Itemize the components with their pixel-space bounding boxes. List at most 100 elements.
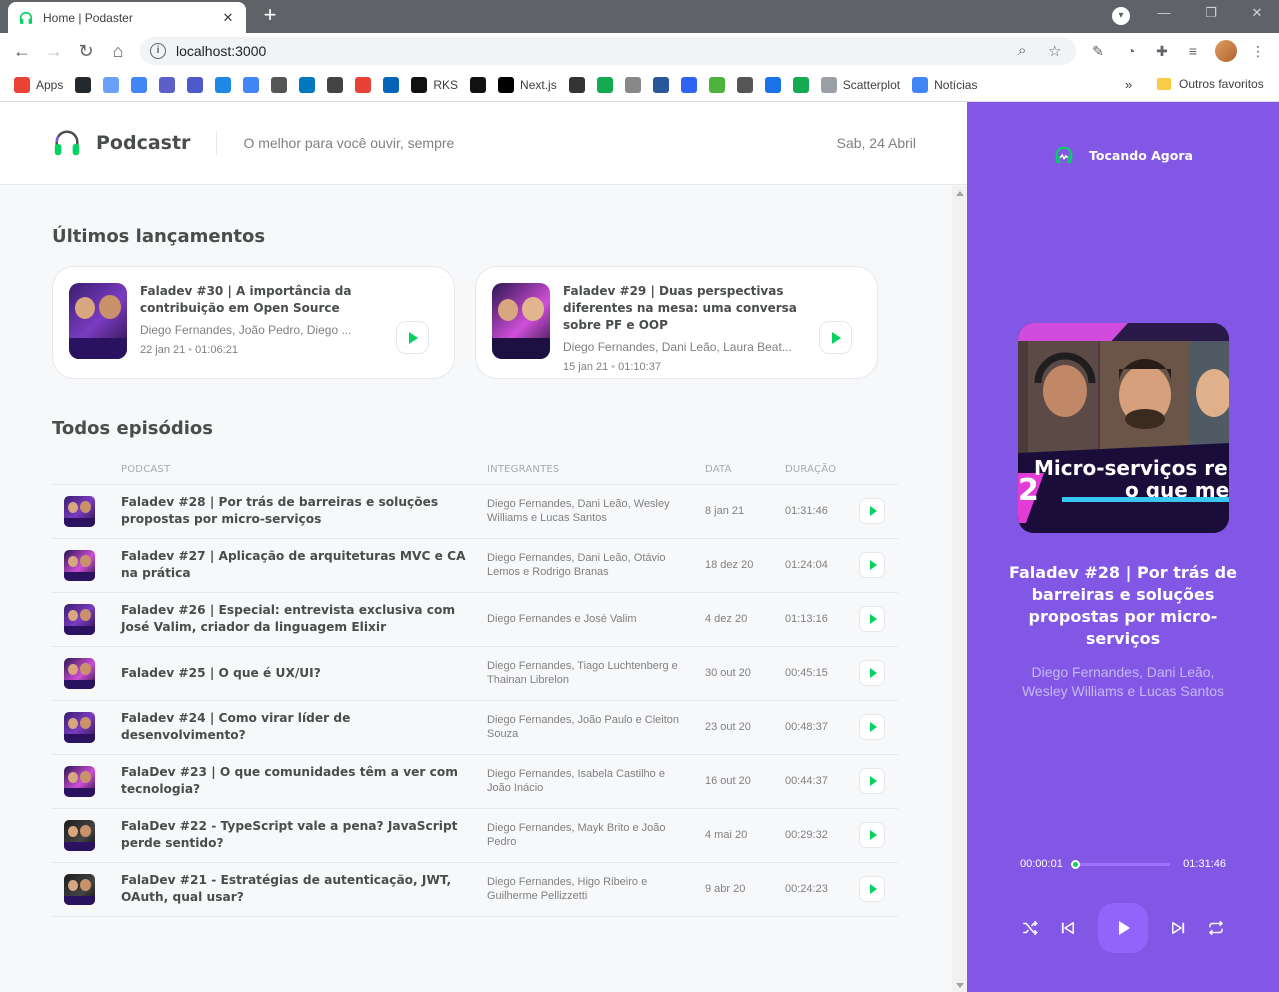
home-icon[interactable]: ⌂ — [105, 38, 131, 64]
extensions-icon[interactable]: ✚ — [1152, 41, 1172, 61]
player-controls — [967, 902, 1279, 954]
speed-gauge-icon[interactable]: ◔ — [1121, 41, 1141, 61]
bookmark-item[interactable] — [103, 77, 120, 93]
play-episode-button[interactable] — [819, 321, 852, 354]
play-button[interactable] — [1098, 903, 1148, 953]
episode-thumbnail[interactable] — [64, 603, 95, 635]
episode-thumbnail[interactable] — [64, 495, 95, 527]
play-episode-button[interactable] — [859, 876, 885, 902]
episode-thumbnail[interactable] — [64, 711, 95, 743]
bookmark-item[interactable] — [596, 77, 613, 93]
episode-thumbnail[interactable] — [64, 549, 95, 581]
previous-button[interactable] — [1058, 918, 1078, 938]
episode-card[interactable]: Faladev #30 | A importância da contribui… — [52, 266, 455, 379]
forward-arrow-icon[interactable]: → — [41, 38, 67, 64]
back-arrow-icon[interactable]: ← — [9, 38, 35, 64]
headphones-icon — [18, 10, 34, 26]
bookmark-item[interactable]: Notícias — [912, 77, 977, 93]
bookmark-item[interactable] — [708, 77, 725, 93]
bookmark-item[interactable] — [470, 77, 487, 93]
play-episode-button[interactable] — [859, 822, 885, 848]
bookmark-item[interactable] — [736, 77, 753, 93]
bookmark-item[interactable] — [271, 77, 288, 93]
bookmark-favicon-icon — [75, 77, 92, 93]
repeat-icon — [1208, 920, 1224, 936]
bookmark-item[interactable]: Next.js — [498, 77, 557, 93]
episode-thumbnail[interactable] — [69, 283, 127, 359]
other-bookmarks-folder[interactable]: Outros favoritos — [1157, 77, 1264, 91]
scroll-down-arrow-icon[interactable] — [956, 983, 964, 988]
bookmark-item[interactable]: RKS — [411, 77, 458, 93]
play-episode-button[interactable] — [859, 660, 885, 686]
bookmark-item[interactable] — [131, 77, 148, 93]
bookmark-item[interactable]: Scatterplot — [820, 77, 900, 93]
episode-title[interactable]: FalaDev #22 - TypeScript vale a pena? Ja… — [121, 818, 467, 852]
close-window-button[interactable]: ✕ — [1243, 4, 1271, 28]
scroll-up-arrow-icon[interactable] — [956, 191, 964, 196]
episode-title[interactable]: FalaDev #23 | O que comunidades têm a ve… — [121, 764, 467, 798]
bookmark-item[interactable] — [243, 77, 260, 93]
bookmark-item[interactable] — [764, 77, 781, 93]
bookmark-item[interactable] — [75, 77, 92, 93]
profile-avatar[interactable] — [1215, 40, 1237, 62]
episode-thumbnail[interactable] — [492, 283, 550, 359]
episode-title[interactable]: Faladev #30 | A importância da contribui… — [140, 283, 378, 317]
bookmark-item[interactable] — [355, 77, 372, 93]
reload-icon[interactable]: ↻ — [73, 38, 99, 64]
episode-title[interactable]: Faladev #27 | Aplicação de arquiteturas … — [121, 548, 467, 582]
episode-title[interactable]: Faladev #25 | O que é UX/UI? — [121, 665, 467, 682]
zoom-icon[interactable]: ⌕ — [1018, 42, 1026, 59]
bookmarks-overflow-button[interactable]: » — [1125, 77, 1132, 92]
play-episode-button[interactable] — [859, 768, 885, 794]
play-episode-button[interactable] — [859, 552, 885, 578]
bookmark-item[interactable] — [652, 77, 669, 93]
bookmark-item[interactable] — [299, 77, 316, 93]
header-duration: Duração — [785, 459, 859, 485]
shuffle-button[interactable] — [1020, 918, 1040, 938]
chevron-down-icon[interactable]: ▾ — [1112, 7, 1130, 25]
play-episode-button[interactable] — [859, 498, 885, 524]
episode-thumbnail[interactable] — [64, 765, 95, 797]
restore-button[interactable]: ❐ — [1197, 4, 1225, 28]
progress-knob[interactable] — [1071, 859, 1080, 869]
episode-title[interactable]: FalaDev #21 - Estratégias de autenticaçã… — [121, 872, 467, 906]
episode-card[interactable]: Faladev #29 | Duas perspectivas diferent… — [475, 266, 878, 379]
progress-slider[interactable] — [1071, 859, 1170, 869]
bookmark-item[interactable] — [327, 77, 344, 93]
episode-thumbnail[interactable] — [64, 657, 95, 689]
episode-title[interactable]: Faladev #26 | Especial: entrevista exclu… — [121, 602, 467, 636]
menu-kebab-icon[interactable]: ⋮ — [1248, 41, 1268, 61]
minimize-button[interactable]: — — [1150, 4, 1178, 28]
bookmark-item[interactable] — [187, 77, 204, 93]
new-tab-button[interactable]: + — [258, 4, 282, 28]
next-button[interactable] — [1168, 918, 1188, 938]
episode-title[interactable]: Faladev #29 | Duas perspectivas diferent… — [563, 283, 801, 334]
episode-title[interactable]: Faladev #28 | Por trás de barreiras e so… — [121, 494, 467, 528]
episode-title[interactable]: Faladev #24 | Como virar líder de desenv… — [121, 710, 467, 744]
close-tab-icon[interactable]: ✕ — [220, 10, 236, 26]
info-icon[interactable]: i — [150, 43, 166, 59]
media-queue-icon[interactable]: ≡ — [1183, 41, 1203, 61]
bookmark-item[interactable] — [624, 77, 641, 93]
repeat-button[interactable] — [1206, 918, 1226, 938]
address-bar[interactable]: i localhost:3000 ⌕ ☆ — [140, 37, 1076, 65]
play-episode-button[interactable] — [859, 606, 885, 632]
bookmark-item[interactable]: Apps — [14, 77, 63, 93]
bookmark-star-icon[interactable]: ☆ — [1048, 42, 1061, 60]
bookmark-item[interactable] — [159, 77, 176, 93]
bookmark-item[interactable] — [383, 77, 400, 93]
browser-tab[interactable]: Home | Podaster ✕ — [8, 2, 246, 33]
bookmark-item[interactable] — [568, 77, 585, 93]
episode-thumbnail[interactable] — [64, 873, 95, 905]
play-episode-button[interactable] — [859, 714, 885, 740]
eyedropper-icon[interactable]: ✎ — [1088, 41, 1108, 61]
scrollbar[interactable] — [952, 186, 967, 992]
episode-thumbnail[interactable] — [64, 819, 95, 851]
bookmark-item[interactable] — [215, 77, 232, 93]
bookmark-item[interactable] — [792, 77, 809, 93]
bookmark-favicon-icon — [187, 77, 204, 93]
bookmark-item[interactable] — [680, 77, 697, 93]
bookmark-favicon-icon — [470, 77, 487, 93]
play-episode-button[interactable] — [396, 321, 429, 354]
play-icon — [869, 614, 877, 624]
